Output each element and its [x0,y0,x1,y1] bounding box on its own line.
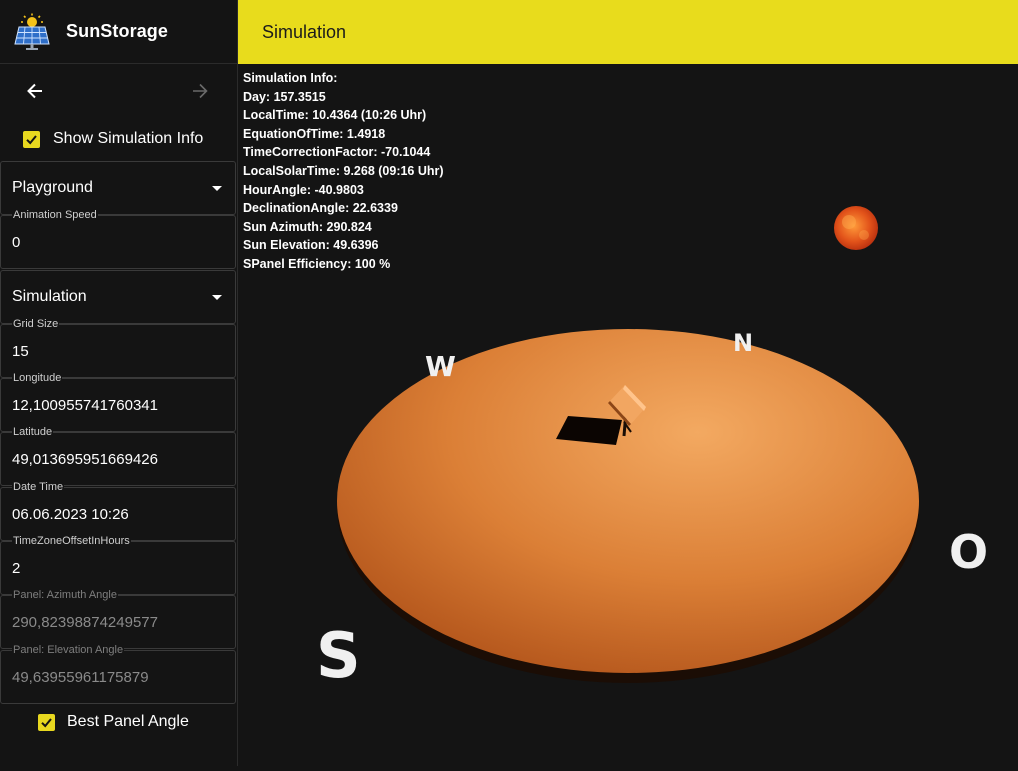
date-time-value: 06.06.2023 10:26 [12,506,129,523]
grid-size-value: 15 [12,343,29,360]
forward-button[interactable] [189,80,211,102]
app-name: SunStorage [66,21,169,41]
longitude-label: Longitude [12,371,63,385]
compass-west-label: W [425,350,456,383]
simulation-info-line: SPanel Efficiency: 100 % [243,256,391,271]
compass-south-label: S [316,619,361,692]
grid-size-label: Grid Size [12,317,60,331]
arrow-left-icon [27,83,42,99]
solar-panel-logo-icon [14,13,50,50]
grid-size-field[interactable]: Grid Size 15 [0,317,236,378]
brand: SunStorage [0,0,237,64]
show-simulation-info-checkbox[interactable]: Show Simulation Info [0,118,237,160]
timezone-offset-field[interactable]: TimeZoneOffsetInHours 2 [0,534,236,595]
simulation-info-line: LocalSolarTime: 9.268 (09:16 Uhr) [243,163,444,178]
animation-speed-field[interactable]: Animation Speed 0 [0,208,236,269]
simulation-info-line: DeclinationAngle: 22.6339 [243,201,398,216]
longitude-value: 12,100955741760341 [12,397,158,414]
compass-north-label: N [733,329,754,357]
simulation-info-line: Simulation Info: [243,71,338,85]
simulation-info-line: HourAngle: -40.9803 [243,182,364,197]
simulation-info-line: EquationOfTime: 1.4918 [243,126,386,141]
simulation-select[interactable]: Simulation [0,270,236,324]
simulation-info-line: LocalTime: 10.4364 (10:26 Uhr) [243,108,427,123]
best-panel-angle-checkbox[interactable]: Best Panel Angle [38,713,189,731]
timezone-offset-value: 2 [12,560,21,577]
compass-east-label: O [949,525,989,579]
timezone-offset-label: TimeZoneOffsetInHours [12,534,131,548]
animation-speed-label: Animation Speed [12,208,98,222]
panel-azimuth-angle-value: 290,82398874249577 [12,614,158,631]
simulation-info-line: TimeCorrectionFactor: -70.1044 [243,145,431,160]
simulation-select-label: Simulation [12,288,87,305]
simulation-info-line: Sun Elevation: 49.6396 [243,238,379,253]
page-title: Simulation [262,21,347,42]
animation-speed-value: 0 [12,234,21,251]
playground-select[interactable]: Playground [0,161,236,215]
best-panel-angle-label: Best Panel Angle [67,713,189,730]
sidebar: SunStorage Show Simulation Info Playgrou… [0,0,238,766]
sun [834,206,878,250]
caret-down-icon [212,186,222,191]
date-time-field[interactable]: Date Time 06.06.2023 10:26 [0,480,236,541]
date-time-label: Date Time [12,480,65,494]
top-app-bar: Simulation [238,0,1018,64]
panel-elevation-angle-field: Panel: Elevation Angle 49,63955961175879 [0,643,236,704]
latitude-field[interactable]: Latitude 49,013695951669426 [0,425,236,486]
simulation-info-panel: Simulation Info: Day: 157.3515 LocalTime… [243,69,444,274]
simulation-info-line: Day: 157.3515 [243,89,326,104]
caret-down-icon [212,295,222,300]
panel-elevation-angle-value: 49,63955961175879 [12,669,149,686]
checkbox-checked-icon [23,130,40,148]
show-simulation-info-label: Show Simulation Info [53,130,204,147]
playground-label: Playground [12,179,93,196]
longitude-field[interactable]: Longitude 12,100955741760341 [0,371,236,432]
arrow-right-icon [193,83,208,99]
panel-elevation-angle-label: Panel: Elevation Angle [12,643,125,657]
simulation-info-line: Sun Azimuth: 290.824 [243,219,372,234]
latitude-label: Latitude [12,425,54,439]
back-button[interactable] [24,80,46,102]
history-navigation [0,64,237,118]
panel-azimuth-angle-field: Panel: Azimuth Angle 290,82398874249577 [0,588,236,649]
checkbox-checked-icon [38,713,55,731]
latitude-value: 49,013695951669426 [12,451,158,468]
panel-azimuth-angle-label: Panel: Azimuth Angle [12,588,118,602]
